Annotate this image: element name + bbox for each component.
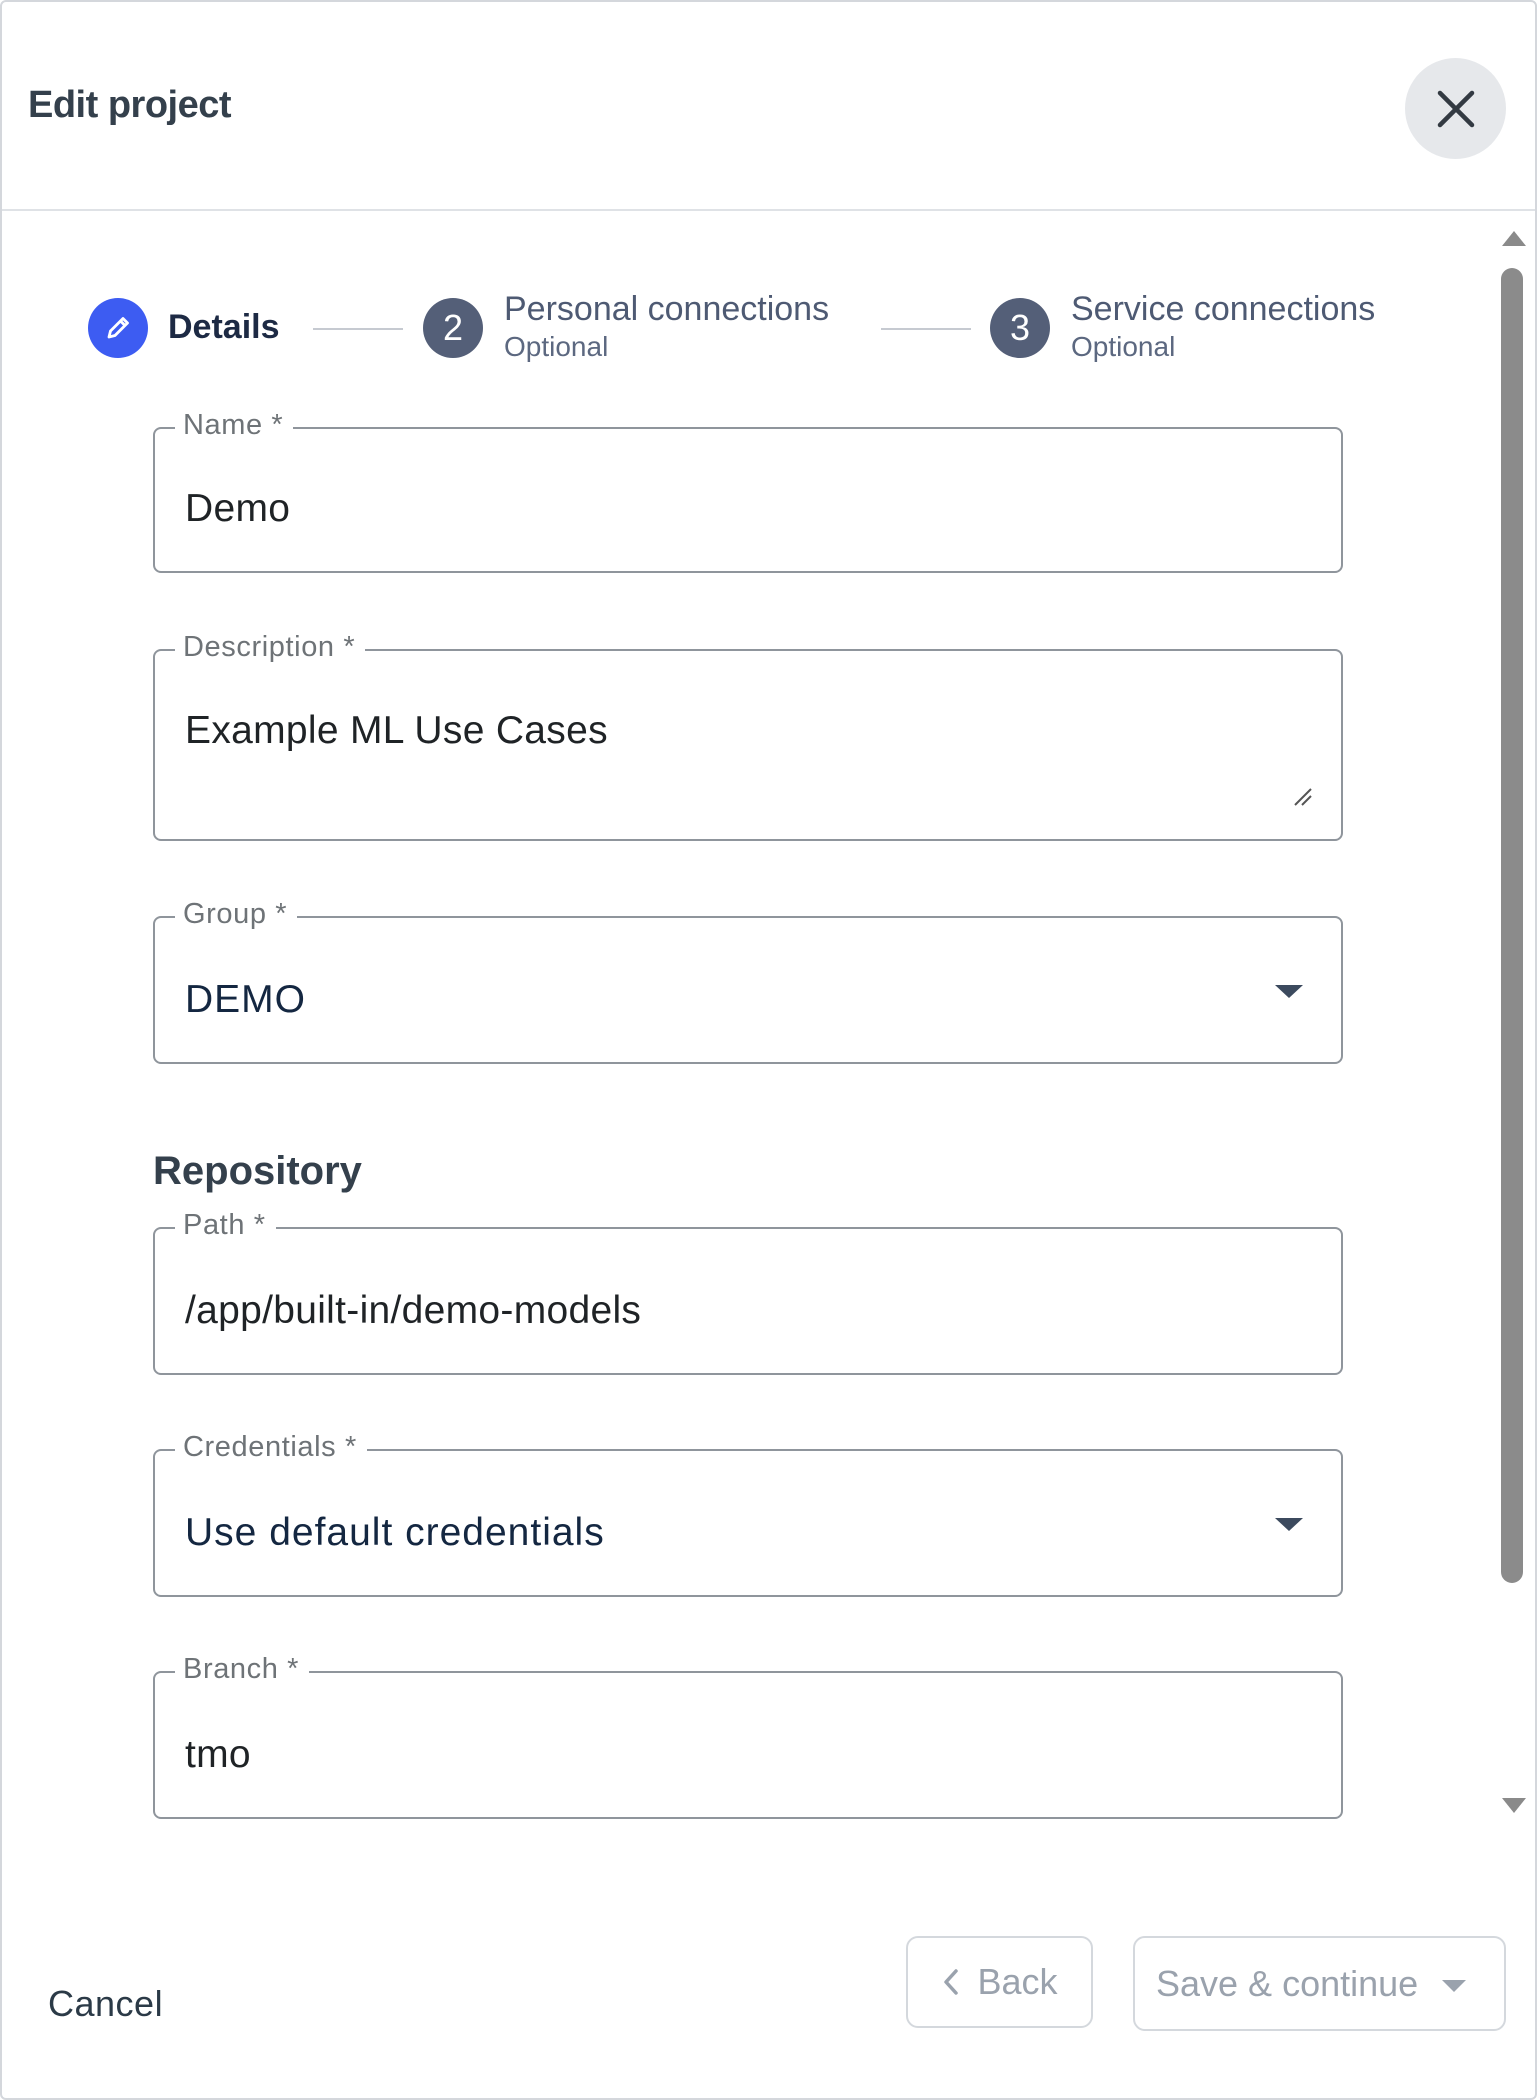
back-button[interactable]: Back — [906, 1936, 1093, 2028]
group-selected-value: DEMO — [185, 978, 306, 1021]
step-service-connections-sublabel: Optional — [1071, 331, 1176, 362]
cancel-button[interactable]: Cancel — [48, 1983, 163, 2025]
repository-section-title: Repository — [153, 1149, 362, 1193]
dialog-content[interactable]: Details 2 Personal connections Optional … — [2, 213, 1499, 1853]
step-personal-connections-label[interactable]: Personal connections — [504, 290, 829, 329]
step-personal-connections-sublabel: Optional — [504, 331, 609, 362]
path-field-label: Path * — [175, 1209, 276, 1242]
name-field-label: Name * — [175, 409, 294, 442]
description-textarea[interactable]: Example ML Use Cases — [185, 709, 608, 753]
vertical-scrollbar[interactable] — [1499, 213, 1527, 1853]
save-and-continue-button[interactable]: Save & continue — [1133, 1936, 1506, 2031]
branch-field-label: Branch * — [175, 1653, 310, 1686]
scrollbar-thumb[interactable] — [1501, 268, 1523, 1583]
path-input[interactable]: /app/built-in/demo-models — [185, 1289, 641, 1333]
pencil-icon — [107, 317, 129, 339]
branch-field[interactable]: Branch * tmo — [153, 1653, 1343, 1819]
step-2-marker[interactable]: 2 — [423, 298, 483, 358]
description-field-label: Description * — [175, 631, 366, 664]
scroll-up-arrow-icon[interactable] — [1502, 231, 1526, 246]
step-3-marker[interactable]: 3 — [990, 298, 1050, 358]
dialog-title: Edit project — [28, 84, 232, 126]
chevron-down-icon[interactable] — [1275, 985, 1303, 998]
chevron-down-icon[interactable] — [1275, 1518, 1303, 1531]
chevron-left-icon — [944, 1969, 959, 1995]
credentials-select[interactable]: Credentials * Use default credentials — [153, 1431, 1343, 1597]
dialog-header: Edit project — [2, 2, 1535, 211]
step-service-connections-label[interactable]: Service connections — [1071, 290, 1375, 329]
name-input[interactable]: Demo — [185, 487, 290, 531]
description-field[interactable]: Description * Example ML Use Cases — [153, 631, 1343, 841]
name-field[interactable]: Name * Demo — [153, 409, 1343, 573]
credentials-selected-value: Use default credentials — [185, 1511, 605, 1554]
dialog-footer: Cancel Back Save & continue — [2, 1853, 1535, 2100]
step-details-label[interactable]: Details — [168, 308, 280, 347]
save-button-label: Save & continue — [1156, 1962, 1419, 2004]
scroll-down-arrow-icon[interactable] — [1502, 1798, 1526, 1813]
group-select[interactable]: Group * DEMO — [153, 898, 1343, 1064]
resize-handle-icon[interactable] — [1291, 785, 1313, 807]
chevron-down-icon[interactable] — [1442, 1980, 1466, 1992]
step-connector — [313, 328, 403, 330]
close-icon — [1437, 90, 1474, 127]
credentials-field-label: Credentials * — [175, 1431, 367, 1464]
branch-input[interactable]: tmo — [185, 1733, 251, 1777]
path-field[interactable]: Path * /app/built-in/demo-models — [153, 1209, 1343, 1375]
close-button[interactable] — [1405, 58, 1506, 159]
step-1-marker[interactable] — [88, 298, 148, 358]
step-connector — [881, 328, 971, 330]
stepper: Details 2 Personal connections Optional … — [88, 290, 1428, 363]
edit-project-dialog: Edit project Details 2 Personal connecti… — [0, 0, 1537, 2100]
group-field-label: Group * — [175, 898, 298, 931]
back-button-label: Back — [977, 1961, 1058, 2002]
